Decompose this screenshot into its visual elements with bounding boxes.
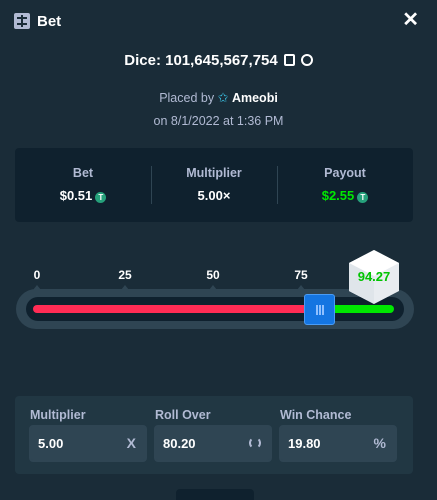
close-button[interactable]: ✕ bbox=[402, 10, 419, 30]
refresh-icon[interactable] bbox=[249, 437, 261, 449]
multiplier-field[interactable]: 5.00 X bbox=[29, 425, 147, 462]
stat-bet-value: $0.51 bbox=[59, 188, 93, 203]
copy-icon[interactable] bbox=[283, 54, 295, 66]
multiplier-suffix: X bbox=[126, 435, 136, 451]
bet-stats-panel: Bet $0.51 T Multiplier 5.00× Payout $2.55… bbox=[15, 148, 413, 222]
win-chance-suffix: % bbox=[373, 435, 386, 451]
stat-payout-value: $2.55 bbox=[321, 188, 355, 203]
stat-bet-value-row: $0.51 T bbox=[15, 188, 151, 203]
tick-label: 50 bbox=[206, 268, 220, 282]
tick-label: 0 bbox=[33, 268, 41, 282]
modal-header: Bet ✕ bbox=[0, 0, 437, 44]
dice-id-line: Dice: 101,645,567,754 bbox=[0, 51, 437, 69]
stat-bet: Bet $0.51 T bbox=[15, 148, 151, 222]
stat-multiplier-value: 5.00× bbox=[197, 188, 231, 203]
placed-by-line: Placed by ✩ Ameobi bbox=[0, 90, 437, 106]
stat-payout-label: Payout bbox=[324, 166, 366, 180]
stat-payout: Payout $2.55 T bbox=[277, 148, 413, 222]
placed-by-label: Placed by bbox=[159, 91, 215, 105]
roll-over-label: Roll Over bbox=[155, 408, 211, 422]
dice-list-icon bbox=[14, 13, 30, 29]
dice-id: Dice: 101,645,567,754 bbox=[124, 52, 278, 69]
grip-icon bbox=[316, 305, 319, 315]
token-icon: T bbox=[357, 192, 369, 203]
stat-multiplier: Multiplier 5.00× bbox=[151, 148, 277, 222]
roll-over-handle[interactable] bbox=[304, 294, 336, 325]
stat-multiplier-label: Multiplier bbox=[186, 166, 242, 180]
lose-range bbox=[33, 305, 320, 313]
bet-date: on 8/1/2022 at 1:36 PM bbox=[153, 114, 284, 128]
win-chance-label: Win Chance bbox=[280, 408, 352, 422]
modal-title: Bet bbox=[37, 13, 62, 30]
win-chance-value: 19.80 bbox=[288, 436, 321, 451]
link-icon[interactable] bbox=[298, 51, 316, 69]
stat-payout-value-row: $2.55 T bbox=[277, 188, 413, 203]
result-dice: 94.27 bbox=[346, 249, 402, 305]
roll-over-field[interactable]: 80.20 bbox=[154, 425, 272, 462]
tick-label: 75 bbox=[294, 268, 308, 282]
star-icon: ✩ bbox=[217, 90, 229, 105]
result-value: 94.27 bbox=[357, 269, 391, 284]
token-icon: T bbox=[95, 192, 107, 203]
stat-bet-label: Bet bbox=[72, 166, 94, 180]
footer-button-partial[interactable] bbox=[176, 489, 254, 500]
roll-over-value: 80.20 bbox=[163, 436, 196, 451]
multiplier-label: Multiplier bbox=[30, 408, 86, 422]
multiplier-value: 5.00 bbox=[38, 436, 64, 451]
user-link[interactable]: Ameobi bbox=[232, 91, 278, 105]
win-chance-field[interactable]: 19.80 % bbox=[279, 425, 397, 462]
tick-label: 25 bbox=[118, 268, 132, 282]
